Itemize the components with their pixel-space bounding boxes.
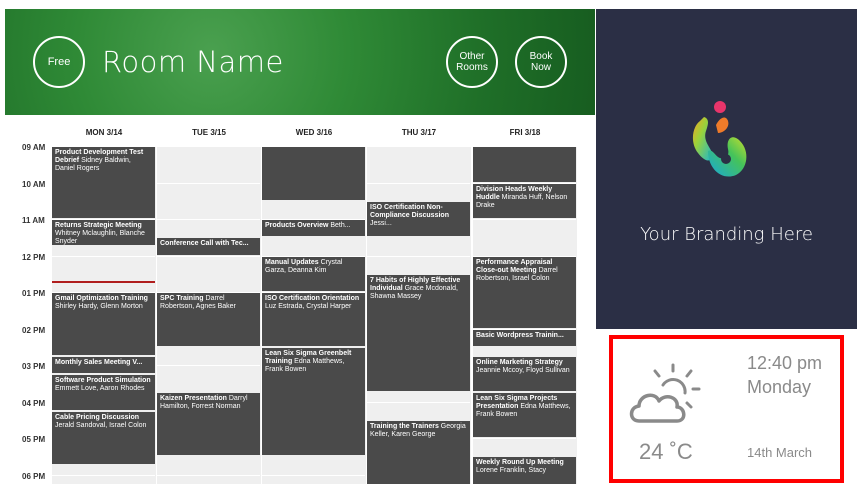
day-header: TUE 3/15 [192,128,226,137]
hour-divider [157,182,260,184]
calendar-event[interactable]: Online Marketing Strategy Jeannie Mccoy,… [473,356,576,392]
calendar-event[interactable]: Software Product Simulation Emmett Love,… [52,375,155,410]
hour-divider [157,255,260,257]
schedule-calendar: MON 3/14 TUE 3/15 WED 3/16 THU 3/17 FRI 3/18… [5,115,595,484]
branding-text: Your Branding Here [640,224,813,245]
calendar-event[interactable]: Performance Appraisal Close-out Meeting … [473,256,576,328]
event-attendees: Luz Estrada, Crystal Harper [265,303,352,310]
time-label: 09 AM [22,143,46,152]
event-title: Software Product Simulation [55,377,151,385]
calendar-event[interactable]: Division Heads Weekly Huddle Miranda Huf… [473,183,576,218]
calendar-event[interactable]: Products Overview Beth... [262,220,365,237]
book-now-button[interactable]: Book Now [515,36,567,88]
hour-divider [262,474,365,476]
time-label: 02 PM [22,325,46,335]
event-title: Manual Updates [265,258,319,266]
event-attendees: Jessi... [370,219,392,227]
event-title: Gmail Optimization Training [55,295,148,302]
calendar-event[interactable]: Lean Six Sigma Projects Presentation Edn… [473,393,576,437]
calendar-event[interactable]: Kaizen Presentation Darryl Hamilton, For… [157,393,260,456]
event-attendees: Whitney Mclaughlin, Blanche Snyder [55,230,145,245]
day-header: MON 3/14 [85,128,123,137]
calendar-event[interactable]: Monthly Sales Meeting V... [52,356,155,374]
event-title: Basic Wordpress Trainin... [476,331,564,339]
current-time: 12:40 pm [747,353,823,373]
hour-divider [157,474,260,476]
room-title: Room Name [102,45,284,79]
hour-divider [367,182,470,184]
day-header: FRI 3/18 [509,128,541,137]
time-label: 06 PM [22,471,46,481]
calendar-event[interactable]: Conference Call with Tec... [157,238,260,255]
event-title: Monthly Sales Meeting V... [55,358,143,366]
event-attendees: Jeannie Mccoy, Floyd Sullivan [476,366,570,374]
other-rooms-button[interactable]: Other Rooms [446,36,498,88]
time-label: 10 AM [22,179,46,189]
event-title: Cable Pricing Discussion [55,413,140,421]
hour-divider [52,255,155,257]
calendar-event[interactable]: Gmail Optimization Training Shirley Hard… [52,293,155,355]
temperature: 24 ˚C [639,439,693,464]
hour-divider [367,401,470,403]
calendar-event[interactable]: Product Development Test Debrief Sidney … [52,147,155,218]
time-label: 01 PM [22,289,46,298]
calendar-event[interactable]: Weekly Round Up Meeting Lorene Franklin,… [473,457,576,484]
calendar-event[interactable]: ISO Certification Non-Compliance Discuss… [367,201,470,237]
calendar-event[interactable]: Cable Pricing Discussion Jerald Sandoval… [52,411,155,465]
event-attendees: Jerald Sandoval, Israel Colon [55,421,147,429]
time-label: 03 PM [22,362,46,371]
event-attendees: Beth... [328,222,351,229]
weather-widget: 12:40 pm Monday 24 ˚C 14th March [609,335,844,483]
calendar-event[interactable]: Manual Updates Crystal Garza, Deanna Kim [262,256,365,291]
day-header: WED 3/16 [295,128,333,137]
time-label: 11 AM [22,216,45,225]
time-label: 05 PM [22,435,46,444]
calendar-event[interactable]: ISO Certification Orientation Luz Estrad… [262,293,365,346]
event-attendees: Emmett Love, Aaron Rhodes [55,385,145,393]
event-title: Weekly Round Up Meeting [476,459,564,467]
hour-divider [367,255,470,257]
brand-logo-icon [692,101,747,177]
event-title: Conference Call with Tec... [160,240,249,248]
hour-divider [157,365,260,366]
current-day: Monday [747,377,812,397]
event-attendees: Shirley Hardy, Glenn Morton [55,303,143,310]
calendar-event[interactable]: Lean Six Sigma Greenbelt Training Edna M… [262,347,365,456]
hour-divider [473,438,576,439]
hour-divider [52,474,155,476]
status-badge: Free [33,36,85,88]
event-title: ISO Certification Non-Compliance Discuss… [370,203,449,219]
calendar-event[interactable] [473,147,576,182]
calendar-event[interactable] [262,147,365,200]
time-label: 04 PM [22,398,46,408]
event-title: Products Overview [265,222,329,229]
hour-divider [473,219,576,220]
event-title: Online Marketing Strategy [476,358,563,366]
current-time-indicator [52,280,155,283]
calendar-event[interactable]: SPC Training Darrel Robertson, Agnes Bak… [157,293,260,346]
calendar-event[interactable]: Returns Strategic Meeting Whitney Mclaug… [52,220,155,246]
event-attendees: Lorene Franklin, Stacy [476,467,547,475]
current-date: 14th March [747,445,813,460]
calendar-event[interactable]: 7 Habits of Highly Effective Individual … [367,274,470,392]
calendar-event[interactable]: Training the Trainers Georgia Keller, Ka… [367,420,470,484]
time-label: 12 PM [22,252,46,262]
event-title: ISO Certification Orientation [265,295,360,302]
event-title: Training the Trainers [370,422,439,430]
event-title: SPC Training [160,295,204,302]
hour-divider [157,219,260,220]
event-title: Kaizen Presentation [160,395,227,403]
event-title: Returns Strategic Meeting [55,222,142,229]
day-header: THU 3/17 [401,128,437,137]
calendar-event[interactable]: Basic Wordpress Trainin... [473,329,576,346]
room-header: Free Room Name Other Rooms Book Now [5,9,595,115]
branding-panel: Your Branding Here [596,9,857,329]
partly-cloudy-icon [629,363,701,423]
